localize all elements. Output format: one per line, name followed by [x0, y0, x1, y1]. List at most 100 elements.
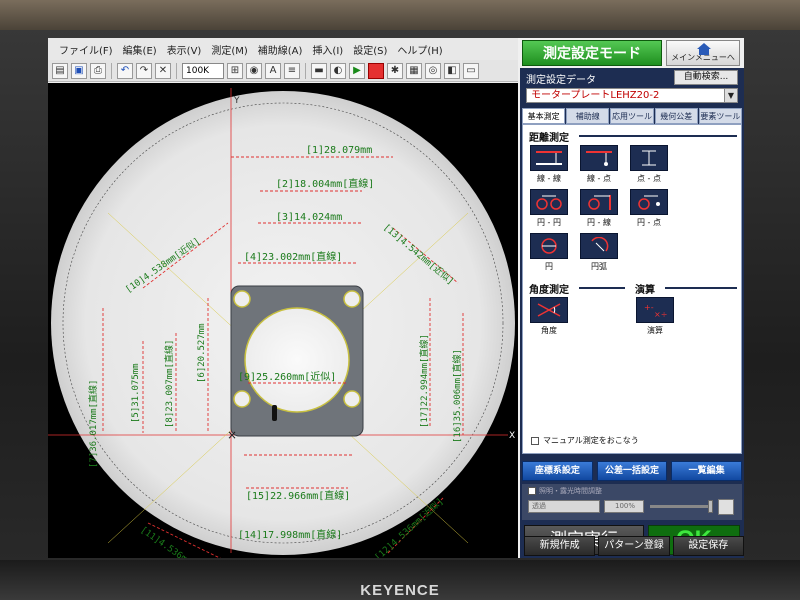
- tool-line-point[interactable]: 線 - 点: [579, 145, 619, 185]
- dim-label[interactable]: [3]14.024mm: [276, 212, 342, 223]
- redo-icon[interactable]: ↷: [136, 62, 152, 79]
- illumination-checkbox[interactable]: [528, 487, 536, 495]
- dim-label[interactable]: [2]18.004mm[直線]: [276, 177, 374, 190]
- tool-label: 円 - 線: [587, 218, 611, 227]
- slider-handle[interactable]: [708, 500, 713, 513]
- layer-icon[interactable]: ≡: [284, 62, 300, 79]
- setting-mode-button[interactable]: 測定設定モード: [522, 40, 662, 66]
- manual-label: マニュアル測定をおこなう: [543, 436, 639, 445]
- dim-label[interactable]: [1]28.079mm: [306, 145, 372, 156]
- tolerance-batch-button[interactable]: 公差一括設定: [596, 461, 668, 481]
- tool-angle[interactable]: 角度: [529, 297, 569, 337]
- tab-geometric[interactable]: 幾何公差: [654, 108, 698, 124]
- dim-label[interactable]: [7]36.017mm[直線]: [87, 380, 99, 468]
- camera-viewport[interactable]: Y X × [1]28.079mm [2]18.004mm[直線] [3]14.…: [48, 83, 518, 558]
- camera-icon[interactable]: ◉: [246, 62, 262, 79]
- distance-section-title: 距離測定: [529, 133, 569, 144]
- toolbar-separator: [305, 62, 306, 79]
- bottom-button-row: 新規作成 パターン登録 設定保存: [524, 536, 744, 556]
- tool-label: 円 - 円: [537, 218, 561, 227]
- dim-label[interactable]: [17]22.994mm[直線]: [418, 334, 430, 428]
- toolbar-separator: [111, 62, 112, 79]
- delete-icon[interactable]: ✕: [155, 62, 171, 79]
- tool-circle-point[interactable]: 円 - 点: [629, 189, 669, 229]
- save-icon[interactable]: ▣: [71, 62, 87, 79]
- section-divider: [579, 135, 737, 137]
- dim-label[interactable]: [9]25.260mm[近似]: [238, 370, 336, 383]
- menu-file[interactable]: ファイル(F): [56, 40, 116, 59]
- line-line-icon: [530, 145, 568, 171]
- tool-arc[interactable]: 円弧: [579, 233, 619, 273]
- mount-hole: [343, 290, 361, 308]
- zoom-fit-icon[interactable]: ⊞: [227, 62, 243, 79]
- toolbar: ▤ ▣ ⎙ ↶ ↷ ✕ 100K ⊞ ◉ A ≡ ▬ ◐ ▶ ✱ ▦ ◎ ◧ ▭: [48, 60, 518, 82]
- side-panel: 測定設定データ 自動検索... モータープレートLEHZ20-2 ▼ 基本測定 …: [520, 68, 744, 558]
- light-icon[interactable]: ◐: [330, 62, 346, 79]
- tool-label: 線 - 線: [537, 174, 561, 183]
- menu-auxline[interactable]: 補助線(A): [255, 40, 306, 59]
- tool-label: 円弧: [591, 262, 607, 271]
- tool-line-line[interactable]: 線 - 線: [529, 145, 569, 185]
- arc-icon: [580, 233, 618, 259]
- tool-point-point[interactable]: 点 - 点: [629, 145, 669, 185]
- menu-view[interactable]: 表示(V): [164, 40, 205, 59]
- menu-insert[interactable]: 挿入(I): [309, 40, 346, 59]
- center-hole: [244, 307, 350, 413]
- illumination-mode-select[interactable]: 透過: [528, 500, 600, 513]
- mount-hole: [343, 390, 361, 408]
- pattern-register-button[interactable]: パターン登録: [598, 536, 670, 556]
- stop-icon[interactable]: [368, 62, 384, 79]
- menu-edit[interactable]: 編集(E): [120, 40, 160, 59]
- tool-calc[interactable]: +- ×÷ 演算: [635, 297, 675, 337]
- zoom-select[interactable]: 100K: [182, 62, 224, 79]
- list-edit-button[interactable]: 一覧編集: [671, 461, 743, 481]
- brightness-icon[interactable]: ◧: [444, 62, 460, 79]
- coordinate-setup-button[interactable]: 座標系設定: [522, 461, 593, 481]
- tab-auxline[interactable]: 補助線: [566, 108, 610, 124]
- grid-icon[interactable]: ▦: [406, 62, 422, 79]
- svg-text:×÷: ×÷: [654, 310, 667, 319]
- dim-label[interactable]: [16]35.006mm[直線]: [451, 349, 463, 443]
- print-icon[interactable]: ⎙: [90, 62, 106, 79]
- tab-bar: 基本測定 補助線 応用ツール 幾何公差 要素ツール: [522, 108, 743, 124]
- tool-circle-line[interactable]: 円 - 線: [579, 189, 619, 229]
- scale-icon[interactable]: ▭: [463, 62, 479, 79]
- new-button[interactable]: 新規作成: [524, 536, 596, 556]
- play-icon[interactable]: ▶: [349, 62, 365, 79]
- open-icon[interactable]: ▤: [52, 62, 68, 79]
- tool-circle[interactable]: 円: [529, 233, 569, 273]
- menu-help[interactable]: ヘルプ(H): [394, 40, 445, 59]
- save-settings-button[interactable]: 設定保存: [672, 536, 744, 556]
- dim-label[interactable]: [4]23.002mm[直線]: [244, 250, 342, 263]
- tool-circle-circle[interactable]: 円 - 円: [529, 189, 569, 229]
- manual-measure-option[interactable]: マニュアル測定をおこなう: [531, 435, 639, 446]
- auto-search-button[interactable]: 自動検索...: [674, 70, 738, 85]
- focus-icon[interactable]: ✱: [387, 62, 403, 79]
- undo-icon[interactable]: ↶: [117, 62, 133, 79]
- dim-label[interactable]: [8]23.007mm[直線]: [163, 340, 175, 428]
- tab-basic[interactable]: 基本測定: [522, 108, 566, 124]
- data-select[interactable]: モータープレートLEHZ20-2 ▼: [526, 88, 738, 103]
- stage-icon[interactable]: ▬: [311, 62, 327, 79]
- dim-label[interactable]: [15]22.966mm[直線]: [246, 489, 350, 502]
- svg-text:+-: +-: [644, 303, 654, 312]
- dim-label[interactable]: [6]20.527mm: [197, 323, 207, 383]
- illumination-slider[interactable]: [650, 500, 713, 513]
- menu-measure[interactable]: 測定(M): [208, 40, 250, 59]
- circle-icon: [530, 233, 568, 259]
- target-icon[interactable]: ◎: [425, 62, 441, 79]
- mount-hole: [233, 390, 251, 408]
- measurement-overlay: Y X × [1]28.079mm [2]18.004mm[直線] [3]14.…: [48, 88, 515, 558]
- dim-label[interactable]: [5]31.075mm: [131, 363, 141, 423]
- manual-checkbox[interactable]: [531, 436, 539, 445]
- toolbar-separator: [176, 62, 177, 79]
- tab-applied[interactable]: 応用ツール: [610, 108, 654, 124]
- dim-label[interactable]: [14]17.998mm[直線]: [238, 528, 342, 541]
- illumination-value[interactable]: 100%: [604, 500, 644, 513]
- calculator-icon: +- ×÷: [636, 297, 674, 323]
- text-icon[interactable]: A: [265, 62, 281, 79]
- menu-settings[interactable]: 設定(S): [350, 40, 390, 59]
- main-menu-button[interactable]: メインメニューへ: [666, 40, 740, 66]
- tab-element[interactable]: 要素ツール: [698, 108, 743, 124]
- bulb-icon[interactable]: [718, 499, 734, 515]
